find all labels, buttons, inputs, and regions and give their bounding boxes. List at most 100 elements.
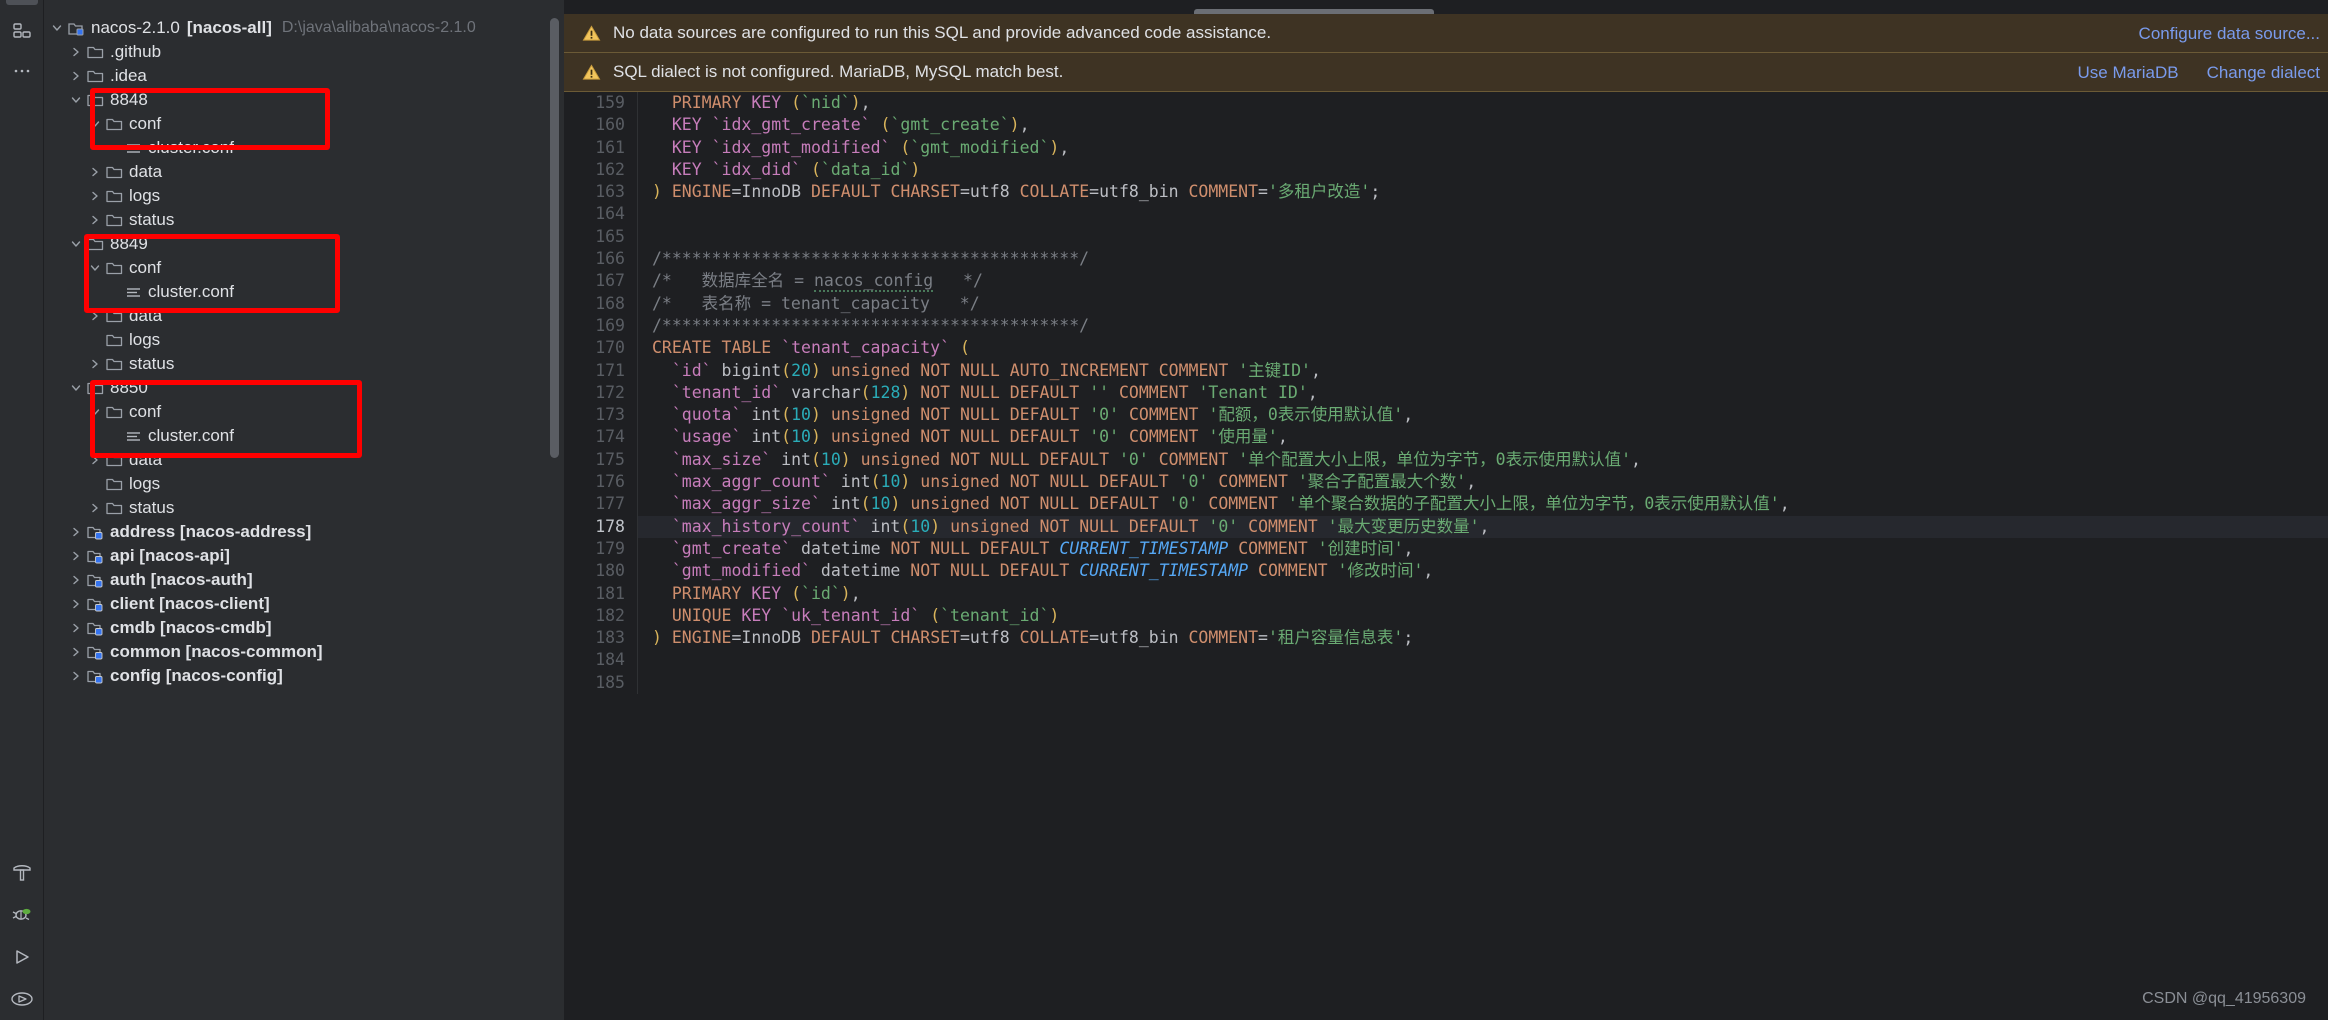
tree-row-common-nacos-common[interactable]: common [nacos-common] [44,640,564,664]
code-line[interactable]: `tenant_id` varchar(128) NOT NULL DEFAUL… [652,382,2328,404]
tree-row-cluster-conf[interactable]: cluster.conf [44,280,564,304]
tree-row-data[interactable]: data [44,160,564,184]
code-line[interactable]: /* 数据库全名 = nacos_config */ [652,270,2328,293]
code-line[interactable]: `max_aggr_size` int(10) unsigned NOT NUL… [652,493,2328,515]
code-line[interactable]: /***************************************… [652,248,2328,270]
code-line[interactable]: `gmt_modified` datetime NOT NULL DEFAULT… [652,560,2328,582]
tree-row-config-nacos-config[interactable]: config [nacos-config] [44,664,564,688]
tree-row-conf[interactable]: conf [44,256,564,280]
chevron-right-icon[interactable] [86,448,104,472]
configure-data-source-link[interactable]: Configure data source... [2139,24,2320,44]
chevron-right-icon[interactable] [67,544,85,568]
code-line[interactable]: `max_history_count` int(10) unsigned NOT… [638,515,2328,538]
code-line[interactable]: `max_aggr_count` int(10) unsigned NOT NU… [652,471,2328,493]
tree-row-cmdb-nacos-cmdb[interactable]: cmdb [nacos-cmdb] [44,616,564,640]
project-tree[interactable]: nacos-2.1.0 [nacos-all] D:\java\alibaba\… [44,0,564,688]
run-with-coverage-icon[interactable] [7,984,37,1014]
chevron-down-icon[interactable] [86,112,104,136]
chevron-right-icon[interactable] [67,616,85,640]
sql-editor[interactable]: 159 160 161 162 163 164 165 166 167 168 169 170 171 1… [564,92,2328,1020]
chevron-right-icon[interactable] [67,568,85,592]
chevron-right-icon[interactable] [86,208,104,232]
tree-row-address-nacos-address[interactable]: address [nacos-address] [44,520,564,544]
folder-icon [85,376,105,400]
chevron-down-icon[interactable] [67,376,85,400]
chevron-right-icon[interactable] [86,184,104,208]
chevron-right-icon[interactable] [86,352,104,376]
tree-row-label: conf [129,402,162,421]
change-dialect-link[interactable]: Change dialect [2207,63,2320,83]
chevron-right-icon[interactable] [86,304,104,328]
chevron-right-icon[interactable] [67,592,85,616]
folder-icon [85,40,105,64]
code-line[interactable] [652,672,2328,694]
chevron-right-icon[interactable] [67,64,85,88]
build-icon[interactable] [7,858,37,888]
tree-row-cluster-conf[interactable]: cluster.conf [44,424,564,448]
code-line[interactable]: /* 表名称 = tenant_capacity */ [652,293,2328,315]
tree-row-api-nacos-api[interactable]: api [nacos-api] [44,544,564,568]
chevron-right-icon[interactable] [67,520,85,544]
tree-row-label: cmdb [nacos-cmdb] [110,618,272,637]
code-line[interactable]: PRIMARY KEY (`nid`), [652,92,2328,114]
code-lines[interactable]: PRIMARY KEY (`nid`), KEY `idx_gmt_create… [638,92,2328,694]
code-line[interactable]: `usage` int(10) unsigned NOT NULL DEFAUL… [652,426,2328,448]
chevron-down-icon[interactable] [67,232,85,256]
tool-window-tab-nub[interactable] [6,0,38,5]
tree-row-logs[interactable]: logs [44,472,564,496]
tree-row-8850[interactable]: 8850 [44,376,564,400]
tree-row-status[interactable]: status [44,496,564,520]
tree-row-logs[interactable]: logs [44,184,564,208]
use-mariadb-link[interactable]: Use MariaDB [2077,63,2178,83]
tree-row-cluster-conf[interactable]: cluster.conf [44,136,564,160]
tree-row-status[interactable]: status [44,352,564,376]
code-line[interactable] [652,203,2328,225]
chevron-right-icon[interactable] [67,40,85,64]
code-line[interactable]: KEY `idx_gmt_create` (`gmt_create`), [652,114,2328,136]
code-line[interactable]: PRIMARY KEY (`id`), [652,583,2328,605]
code-line[interactable]: CREATE TABLE `tenant_capacity` ( [652,337,2328,359]
tree-row-status[interactable]: status [44,208,564,232]
code-line[interactable]: `gmt_create` datetime NOT NULL DEFAULT C… [652,538,2328,560]
chevron-down-icon[interactable] [86,400,104,424]
tree-row-auth-nacos-auth[interactable]: auth [nacos-auth] [44,568,564,592]
tree-row-8848[interactable]: 8848 [44,88,564,112]
code-line[interactable] [652,226,2328,248]
tree-row-client-nacos-client[interactable]: client [nacos-client] [44,592,564,616]
tree-row-conf[interactable]: conf [44,400,564,424]
code-line[interactable]: UNIQUE KEY `uk_tenant_id` (`tenant_id`) [652,605,2328,627]
chevron-right-icon[interactable] [86,496,104,520]
chevron-right-icon[interactable] [67,640,85,664]
tree-row-8849[interactable]: 8849 [44,232,564,256]
code-line[interactable]: /***************************************… [652,315,2328,337]
code-line[interactable]: `id` bigint(20) unsigned NOT NULL AUTO_I… [652,360,2328,382]
tree-row-idea[interactable]: .idea [44,64,564,88]
code-line[interactable]: KEY `idx_gmt_modified` (`gmt_modified`), [652,137,2328,159]
project-structure-icon[interactable] [7,16,37,46]
chevron-down-icon[interactable] [67,88,85,112]
code-line[interactable]: ) ENGINE=InnoDB DEFAULT CHARSET=utf8 COL… [652,627,2328,649]
tree-row-conf[interactable]: conf [44,112,564,136]
code-line[interactable]: `quota` int(10) unsigned NOT NULL DEFAUL… [652,404,2328,426]
run-icon[interactable] [7,942,37,972]
chevron-down-icon[interactable] [48,16,66,40]
code-line[interactable]: `max_size` int(10) unsigned NOT NULL DEF… [652,449,2328,471]
tree-row-label: data [129,306,163,325]
line-number: 182 [595,605,625,625]
tree-row-root[interactable]: nacos-2.1.0 [nacos-all] D:\java\alibaba\… [44,16,564,40]
line-number: 180 [595,561,625,581]
code-line[interactable]: KEY `idx_did` (`data_id`) [652,159,2328,181]
tree-row-label: 8850 [110,378,148,397]
project-tree-scrollbar[interactable] [550,18,559,458]
tree-row-data[interactable]: data [44,448,564,472]
chevron-right-icon[interactable] [67,664,85,688]
chevron-right-icon[interactable] [86,160,104,184]
chevron-down-icon[interactable] [86,256,104,280]
tree-row-github[interactable]: .github [44,40,564,64]
code-line[interactable]: ) ENGINE=InnoDB DEFAULT CHARSET=utf8 COL… [652,181,2328,203]
code-line[interactable] [652,649,2328,671]
more-tool-windows-icon[interactable] [7,56,37,86]
tree-row-logs[interactable]: logs [44,328,564,352]
tree-row-data[interactable]: data [44,304,564,328]
debug-icon[interactable] [7,900,37,930]
